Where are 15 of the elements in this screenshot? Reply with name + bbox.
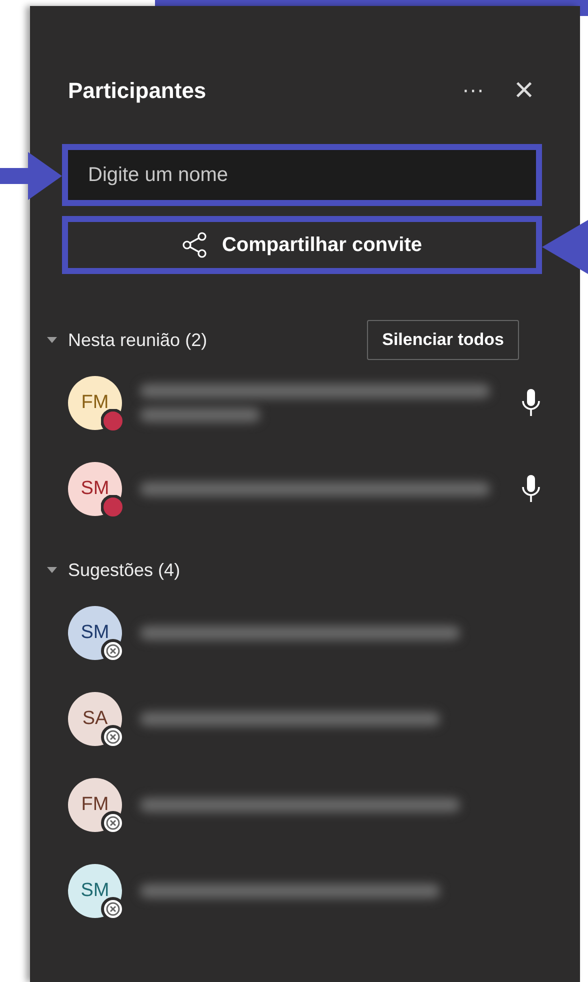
arrow-icon [0, 150, 62, 202]
arrow-icon [542, 220, 588, 274]
microphone-icon[interactable] [520, 474, 542, 504]
microphone-icon[interactable] [520, 388, 542, 418]
more-button[interactable]: ··· [462, 73, 484, 107]
share-icon [182, 232, 208, 258]
caret-icon[interactable] [46, 336, 58, 344]
section-title[interactable]: Sugestões (4) [68, 556, 180, 584]
close-button[interactable]: × [514, 64, 534, 116]
caret-icon[interactable] [46, 566, 58, 574]
mute-all-button[interactable]: Silenciar todos [367, 320, 519, 360]
section-title[interactable]: Nesta reunião (2) [68, 326, 208, 354]
panel-title: Participantes [68, 76, 206, 105]
search-field[interactable]: Digite um nome [68, 150, 536, 200]
share-invite-button[interactable]: Compartilhar convite [68, 222, 536, 268]
